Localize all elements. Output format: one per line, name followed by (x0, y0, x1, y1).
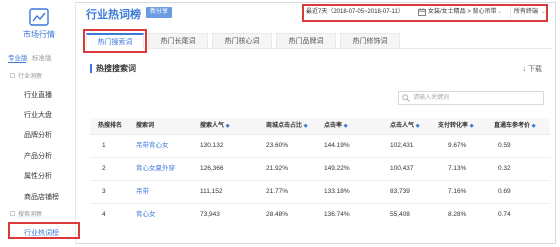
cell-search-popularity: 126,366 (200, 165, 224, 172)
panel-accent-bar (90, 64, 92, 73)
col-mall-click-ratio[interactable]: 商城点击占比 ◆ (266, 118, 308, 134)
panel-header: 热搜搜索词 ↓ 下载 (90, 63, 550, 75)
tab-hot-modifier-words[interactable]: 热门修饰词 (340, 33, 400, 49)
section-industry-insight: 行业洞察 (2, 70, 76, 82)
download-icon: ↓ (522, 66, 527, 73)
sidebar-item-brand-analysis[interactable]: 品牌分析 (2, 128, 76, 142)
cell-click-popularity: 83,739 (390, 188, 410, 195)
market-chart-icon (29, 8, 49, 26)
cell-rank: 2 (102, 165, 106, 172)
sidebar-item-goods-shop-rank[interactable]: 商品店铺榜 (2, 190, 76, 204)
col-click-popularity[interactable]: 点击人气 ◆ (390, 118, 420, 134)
cell-rank: 3 (102, 188, 106, 195)
cell-click-popularity: 102,431 (390, 142, 414, 149)
cell-click-popularity: 55,408 (390, 211, 410, 218)
row-divider (90, 134, 550, 135)
cell-ztc-price: 0.69 (498, 188, 511, 195)
cell-keyword[interactable]: 吊带背心女 (136, 140, 169, 152)
col-click-rate[interactable]: 点击率 ◆ (324, 118, 348, 134)
share-badge[interactable]: 新分享 (146, 7, 173, 18)
sort-icon: ◆ (469, 123, 474, 129)
sidebar-item-attribute-analysis[interactable]: 属性分析 (2, 169, 76, 183)
section-icon (10, 73, 15, 78)
sort-icon: ◆ (415, 123, 420, 129)
mode-std-tab[interactable]: 标准版 (32, 52, 52, 62)
cell-pay-conversion: 7.16% (448, 188, 467, 195)
mode-pro-tab[interactable]: 专业版 (8, 52, 28, 62)
cell-mall-click-ratio: 21.92% (266, 165, 289, 172)
section-search-insight: 搜索洞察 (2, 208, 76, 220)
sort-icon: ◆ (303, 123, 308, 129)
cell-click-rate: 136.74% (324, 211, 350, 218)
tab-hot-core-words[interactable]: 热门核心词 (212, 33, 272, 49)
cell-keyword[interactable]: 背心女 (136, 209, 156, 221)
col-pay-conversion[interactable]: 支付转化率 ◆ (438, 118, 474, 134)
page-title: 行业热词榜 (86, 9, 141, 21)
sort-icon: ◆ (343, 123, 348, 129)
row-divider (90, 180, 550, 181)
sidebar-item-product-analysis[interactable]: 产品分析 (2, 149, 76, 163)
cell-ztc-price: 0.32 (498, 165, 511, 172)
cell-keyword[interactable]: 背心女夏外穿 (136, 163, 175, 175)
cell-ztc-price: 0.59 (498, 142, 511, 149)
mode-switch: 专业版 标准版 (8, 52, 74, 64)
section-icon (10, 211, 15, 216)
sort-icon: ◆ (531, 123, 536, 129)
cell-search-popularity: 130,132 (200, 142, 224, 149)
cell-click-popularity: 100,437 (390, 165, 414, 172)
col-ztc-price[interactable]: 直通车参考价 ◆ (494, 118, 536, 134)
tab-hot-longtail-words[interactable]: 热门长尾词 (148, 33, 208, 49)
row-divider (90, 157, 550, 158)
cell-rank: 4 (102, 211, 106, 218)
cell-click-rate: 144.19% (324, 142, 350, 149)
col-rank: 热搜排名 (98, 123, 123, 129)
cell-search-popularity: 73,943 (200, 211, 220, 218)
highlight-box-tab (83, 29, 147, 53)
sidebar: 市场行情 专业版 标准版 行业洞察 行业直播 行业大盘 品牌分析 产品分析 属性… (2, 2, 76, 244)
sort-icon: ◆ (225, 123, 230, 129)
cell-pay-conversion: 9.67% (448, 142, 467, 149)
cell-click-rate: 133.18% (324, 188, 350, 195)
cell-click-rate: 149.22% (324, 165, 350, 172)
cell-ztc-price: 0.74 (498, 211, 511, 218)
sidebar-item-industry-overview[interactable]: 行业大盘 (2, 108, 76, 122)
cell-mall-click-ratio: 23.60% (266, 142, 289, 149)
col-keyword: 搜索词 (136, 123, 155, 129)
mode-active-underline (8, 62, 26, 63)
highlight-box-filters (302, 4, 548, 22)
cell-pay-conversion: 7.13% (448, 165, 467, 172)
col-search-popularity[interactable]: 搜索人气 ◆ (200, 118, 230, 134)
table-header-bg (90, 118, 550, 134)
download-button[interactable]: ↓ 下载 (523, 64, 542, 74)
sidebar-item-industry-live[interactable]: 行业直播 (2, 88, 76, 102)
cell-pay-conversion: 8.28% (448, 211, 467, 218)
search-icon (402, 94, 410, 102)
cell-mall-click-ratio: 21.77% (266, 188, 289, 195)
panel-title: 热搜搜索词 (96, 64, 136, 73)
keyword-search-input[interactable]: 请输入关键词 (398, 91, 544, 105)
cell-rank: 1 (102, 142, 106, 149)
cell-mall-click-ratio: 28.48% (266, 211, 289, 218)
highlight-box-sidebar (8, 222, 80, 239)
tab-hot-brand-words[interactable]: 热门品牌词 (276, 33, 336, 49)
cell-keyword[interactable]: 吊带 (136, 186, 149, 198)
cell-search-popularity: 111,152 (200, 188, 223, 195)
row-divider (90, 203, 550, 204)
app-title: 市场行情 (23, 30, 55, 39)
